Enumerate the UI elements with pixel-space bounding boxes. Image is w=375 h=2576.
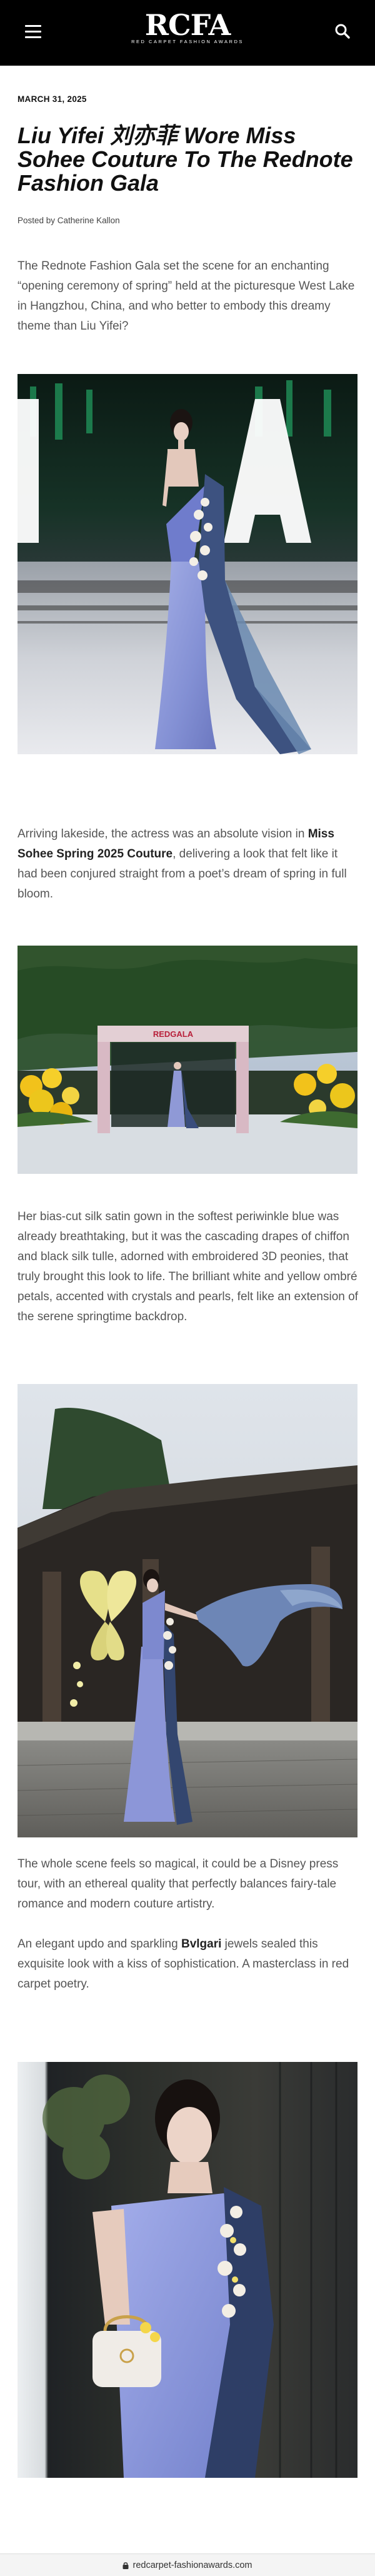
post-date: MARCH 31, 2025 (18, 94, 87, 104)
search-icon[interactable] (334, 23, 351, 40)
article-paragraph-1: The Rednote Fashion Gala set the scene f… (18, 260, 355, 333)
paragraph-5-text-start: An elegant updo and sparkling (18, 1937, 181, 1951)
redgala-sign: REDGALA (153, 1029, 194, 1039)
lakeside-arch-photo: REDGALA (18, 946, 358, 1174)
site-header: RCFA RED CARPET FASHION AWARDS (0, 0, 375, 66)
author-byline[interactable]: Posted by Catherine Kallon (18, 216, 120, 225)
gala-stage-photo (18, 374, 358, 754)
article-photo-3[interactable] (18, 1384, 358, 1837)
courtyard-butterfly-photo (18, 1384, 358, 1837)
paragraph-2-text-start: Arriving lakeside, the actress was an ab… (18, 827, 308, 841)
site-logo[interactable]: RCFA RED CARPET FASHION AWARDS (0, 9, 375, 44)
article-paragraph-4: The whole scene feels so magical, it cou… (18, 1857, 339, 1911)
article-paragraph-2: Arriving lakeside, the actress was an ab… (18, 824, 359, 904)
lock-icon (122, 2562, 129, 2570)
logo-text: RCFA (144, 8, 231, 42)
article-paragraph-5: An elegant updo and sparkling Bvlgari je… (18, 1934, 359, 1994)
jeweler-name: Bvlgari (181, 1937, 222, 1951)
article-paragraph-3: Her bias-cut silk satin gown in the soft… (18, 1210, 358, 1323)
article-title: Liu Yifei 刘亦菲 Wore Miss Sohee Couture To… (18, 123, 353, 196)
article-photo-2[interactable]: REDGALA (18, 946, 358, 1174)
portrait-handbag-photo (18, 2062, 358, 2478)
browser-url-bar[interactable]: redcarpet-fashionawards.com (0, 2553, 375, 2576)
logo-tagline: RED CARPET FASHION AWARDS (131, 39, 244, 44)
page-url: redcarpet-fashionawards.com (132, 2560, 252, 2570)
article-photo-1[interactable] (18, 374, 358, 754)
article-photo-4[interactable] (18, 2062, 358, 2478)
